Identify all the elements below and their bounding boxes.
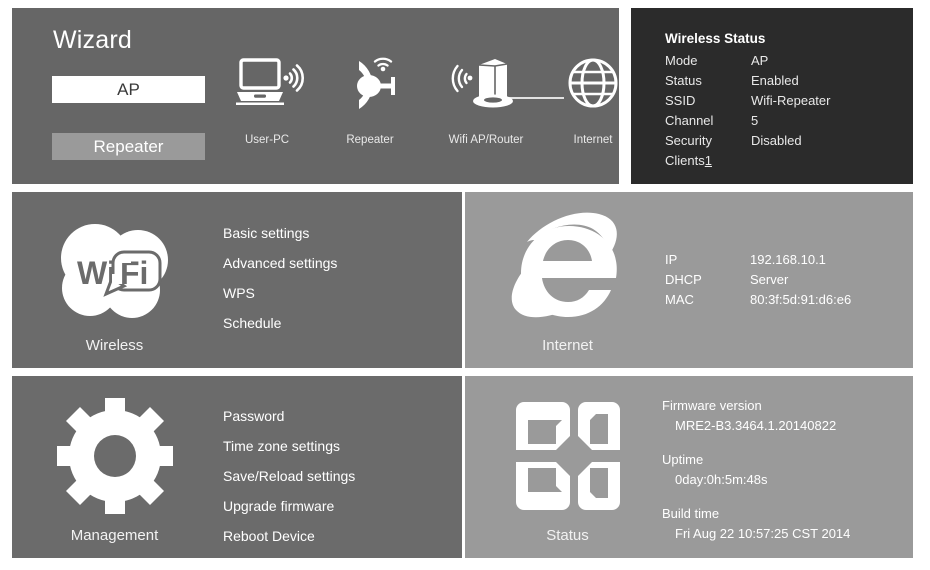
gear-icon (53, 394, 177, 518)
status-caption: Status (546, 527, 589, 544)
status-value-mode: AP (751, 53, 769, 68)
status-panel: Status Firmware version MRE2-B3.3464.1.2… (465, 376, 913, 558)
topology-node-user-pc: User-PC (227, 56, 307, 146)
menu-item-schedule[interactable]: Schedule (223, 308, 337, 338)
status-row-status: Status Enabled (665, 73, 799, 93)
internet-key-dhcp: DHCP (665, 272, 702, 287)
wireless-status-rows: Mode AP Status Enabled SSID Wifi-Repeate… (665, 53, 830, 173)
status-value-channel: 5 (751, 113, 759, 128)
wireless-icon-area: Wi Fi Wireless (12, 192, 217, 368)
status-row-security: Security Disabled (665, 133, 802, 153)
status-row-ssid: SSID Wifi-Repeater (665, 93, 830, 113)
menu-item-password[interactable]: Password (223, 401, 355, 431)
topology-node-internet: Internet (557, 56, 629, 146)
status-value-build-time: Fri Aug 22 10:57:25 CST 2014 (675, 526, 851, 541)
internet-icon-area: Internet (465, 192, 670, 368)
status-label-uptime: Uptime (662, 452, 704, 467)
menu-item-save-reload-settings[interactable]: Save/Reload settings (223, 461, 355, 491)
wifi-logo-icon: Wi Fi (50, 218, 180, 326)
satellite-dish-icon (339, 56, 401, 114)
status-key-security: Security (665, 133, 712, 148)
status-group-build-time: Build time Fri Aug 22 10:57:25 CST 2014 (662, 504, 850, 544)
topology-label-wifi-ap-router: Wifi AP/Router (448, 134, 524, 146)
status-row-mode: Mode AP (665, 53, 768, 73)
status-row-clients: Clients1 (665, 153, 712, 173)
status-key-mode: Mode (665, 53, 698, 68)
internet-value-mac: 80:3f:5d:91:d6:e6 (750, 292, 852, 307)
internet-explorer-icon (503, 206, 633, 331)
internet-key-ip: IP (665, 252, 678, 267)
status-value-security: Disabled (751, 133, 802, 148)
laptop-wifi-icon (235, 56, 304, 112)
mode-button-repeater[interactable]: Repeater (52, 133, 205, 160)
management-menu: Password Time zone settings Save/Reload … (223, 401, 355, 551)
wireless-status-title: Wireless Status (665, 31, 766, 46)
management-panel: Management Password Time zone settings S… (12, 376, 462, 558)
topology-label-repeater: Repeater (346, 134, 394, 146)
topology-label-user-pc: User-PC (244, 134, 290, 146)
management-icon-area: Management (12, 376, 217, 558)
internet-caption: Internet (542, 337, 593, 354)
status-key-status: Status (665, 73, 702, 88)
menu-item-wps[interactable]: WPS (223, 278, 337, 308)
status-info-list: Firmware version MRE2-B3.3464.1.20140822… (662, 396, 850, 558)
status-value-firmware-version: MRE2-B3.3464.1.20140822 (675, 418, 837, 433)
topology-node-repeater: Repeater (330, 56, 410, 146)
menu-item-basic-settings[interactable]: Basic settings (223, 218, 337, 248)
status-group-firmware: Firmware version MRE2-B3.3464.1.20140822 (662, 396, 850, 436)
menu-item-advanced-settings[interactable]: Advanced settings (223, 248, 337, 278)
status-value-clients-link[interactable]: 1 (705, 153, 712, 168)
topology-label-internet: Internet (573, 134, 613, 146)
menu-item-upgrade-firmware[interactable]: Upgrade firmware (223, 491, 355, 521)
status-value-uptime: 0day:0h:5m:48s (675, 472, 768, 487)
office-pinwheel-icon (508, 396, 628, 516)
menu-item-time-zone-settings[interactable]: Time zone settings (223, 431, 355, 461)
mode-button-ap[interactable]: AP (52, 76, 205, 103)
status-key-channel: Channel (665, 113, 714, 128)
wizard-panel: Wizard AP Repeater User-PC Repeater Wifi… (12, 8, 619, 184)
status-group-uptime: Uptime 0day:0h:5m:48s (662, 450, 850, 490)
wireless-panel: Wi Fi Wireless Basic settings Advanced s… (12, 192, 462, 368)
status-label-firmware-version: Firmware version (662, 398, 762, 413)
internet-panel: Internet IP 192.168.10.1 DHCP Server MAC… (465, 192, 913, 368)
wireless-caption: Wireless (85, 337, 144, 354)
wizard-title: Wizard (53, 26, 132, 54)
status-key-ssid: SSID (665, 93, 696, 108)
status-value-status: Enabled (751, 73, 799, 88)
status-row-channel: Channel 5 (665, 113, 758, 133)
status-icon-area: Status (465, 376, 670, 558)
router-admin-dashboard: Wizard AP Repeater User-PC Repeater Wifi… (0, 0, 930, 570)
status-label-build-time: Build time (662, 506, 720, 521)
management-caption: Management (70, 527, 159, 544)
wireless-menu: Basic settings Advanced settings WPS Sch… (223, 218, 337, 338)
topology-node-wifi-ap-router: Wifi AP/Router (440, 56, 532, 146)
internet-key-mac: MAC (665, 292, 694, 307)
menu-item-reboot-device[interactable]: Reboot Device (223, 521, 355, 551)
wireless-status-panel: Wireless Status Mode AP Status Enabled S… (631, 8, 913, 184)
status-value-ssid: Wifi-Repeater (751, 93, 831, 108)
status-key-clients: Clients (665, 153, 705, 168)
router-icon (449, 56, 523, 112)
internet-value-dhcp: Server (750, 272, 789, 287)
globe-icon (567, 56, 619, 110)
internet-value-ip: 192.168.10.1 (750, 252, 826, 267)
